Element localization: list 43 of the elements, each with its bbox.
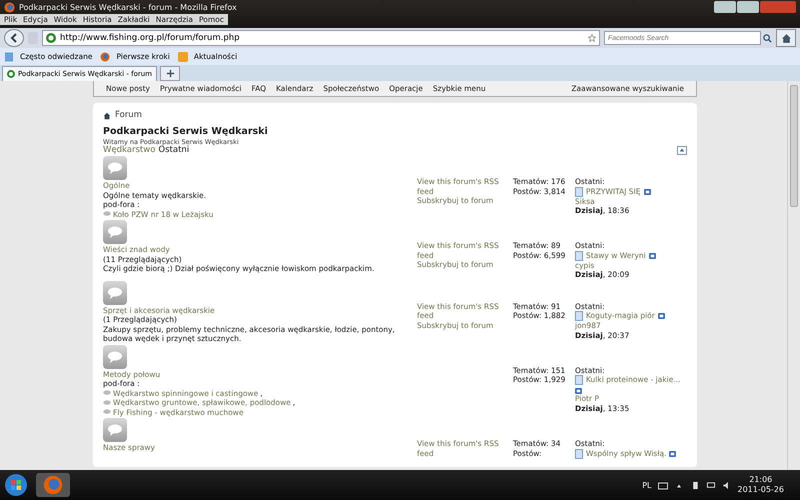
document-icon [575, 448, 583, 458]
address-field[interactable]: http://www.fishing.org.pl/forum/forum.php [42, 30, 600, 46]
speech-bubble-icon [103, 156, 127, 180]
feed-icon [178, 52, 188, 62]
plus-icon [166, 69, 174, 78]
star-icon[interactable] [588, 34, 596, 42]
go-to-post-icon[interactable] [648, 252, 656, 258]
home-icon [103, 112, 111, 120]
window-title: Podkarpacki Serwis Wędkarski - forum - Mozilla Firefox [19, 2, 238, 12]
go-to-post-icon[interactable] [644, 188, 651, 194]
collapse-button[interactable] [677, 146, 687, 155]
breadcrumb-link[interactable]: Forum [115, 111, 142, 120]
speech-bubble-icon [103, 211, 111, 218]
document-icon [575, 311, 583, 321]
speech-bubble-icon [103, 418, 127, 442]
new-tab-button[interactable] [160, 66, 180, 81]
clock[interactable]: 21:06 2011-05-26 [738, 475, 784, 495]
search-icon[interactable] [763, 34, 772, 42]
speech-bubble-icon [103, 220, 127, 244]
site-icon [7, 69, 15, 79]
triangle-up-icon [679, 147, 685, 154]
category-link[interactable]: Wędkarstwo [103, 146, 156, 155]
scrollbar[interactable] [787, 81, 800, 470]
go-to-post-icon[interactable] [658, 313, 665, 319]
firefox-icon [4, 2, 15, 12]
document-icon [575, 375, 583, 385]
home-button[interactable] [776, 29, 796, 47]
start-button[interactable] [4, 473, 28, 497]
speech-bubble-icon [103, 280, 127, 304]
column-header: Ostatni [158, 146, 190, 155]
document-icon [575, 250, 583, 260]
scrollbar-thumb[interactable] [790, 85, 798, 207]
go-to-post-icon[interactable] [575, 388, 582, 394]
speech-bubble-icon [103, 344, 127, 368]
go-to-post-icon[interactable] [669, 450, 676, 456]
language-indicator[interactable]: PL [642, 480, 652, 490]
firefox-icon [100, 52, 110, 62]
home-icon [780, 32, 792, 44]
site-icon [46, 33, 56, 43]
back-button[interactable] [4, 29, 24, 47]
page-icon [4, 52, 14, 62]
forum-title: Podkarpacki Serwis Wędkarski [103, 126, 269, 138]
document-icon [575, 186, 583, 196]
